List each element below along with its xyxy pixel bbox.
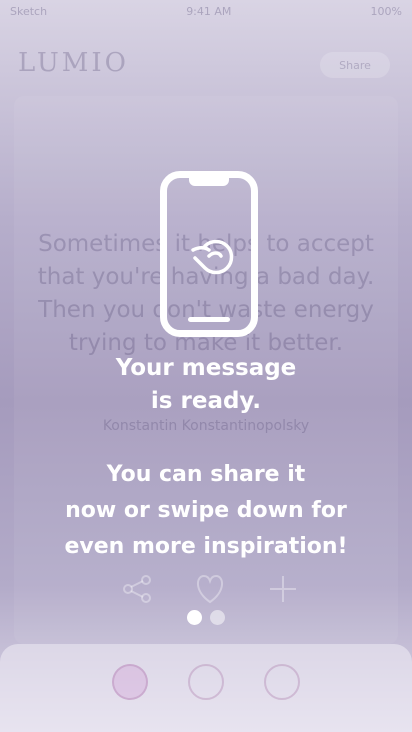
card-actions: [120, 572, 300, 614]
overlay-title: Your message is ready.: [0, 352, 412, 418]
overlay-title-line: is ready.: [150, 388, 262, 414]
plus-icon[interactable]: [266, 572, 300, 614]
page-dot[interactable]: [210, 610, 225, 625]
battery-label: 100%: [370, 4, 402, 18]
phone-home-indicator: [188, 317, 230, 322]
app-logo: LUMIO: [18, 48, 129, 78]
page-dot[interactable]: [187, 610, 202, 625]
time-label: 9:41 AM: [186, 4, 232, 18]
carrier-label: Sketch: [10, 4, 48, 18]
edit-icon[interactable]: [264, 664, 300, 700]
status-bar: Sketch 9:41 AM 100%: [0, 0, 412, 22]
share-icon[interactable]: [120, 572, 154, 614]
hand-swipe-icon: [191, 239, 234, 275]
overlay-message: You can share it now or swipe down for e…: [0, 457, 412, 565]
phone-icon: [160, 171, 258, 337]
bottom-nav: [0, 644, 412, 732]
phone-notch: [189, 178, 229, 186]
quote-author: Konstantin Konstantinopolsky: [102, 418, 310, 434]
heart-icon[interactable]: [192, 572, 228, 614]
overlay-message-line: You can share it: [106, 462, 306, 487]
overlay-message-line: even more inspiration!: [64, 534, 348, 559]
pen-icon[interactable]: [188, 664, 224, 700]
share-pill-button[interactable]: Share: [320, 52, 390, 78]
overlay-message-line: now or swipe down for: [65, 498, 347, 523]
page-indicator: [0, 610, 412, 625]
overlay-title-line: Your message: [115, 355, 297, 381]
home-icon[interactable]: [112, 664, 148, 700]
